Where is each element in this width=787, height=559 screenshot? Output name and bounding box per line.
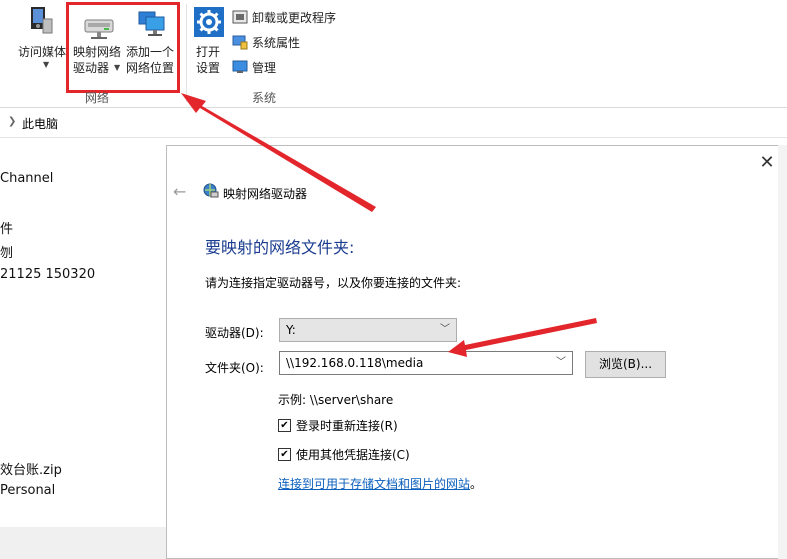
credentials-checkbox-row[interactable]: ✔ 使用其他凭据连接(C) <box>278 446 410 463</box>
folder-value: \\192.168.0.118\media <box>286 356 424 370</box>
programs-icon <box>232 9 248 28</box>
reconnect-checkbox-row[interactable]: ✔ 登录时重新连接(R) <box>278 417 398 434</box>
group-label-system: 系统 <box>252 91 277 105</box>
drive-value: Y: <box>286 323 296 337</box>
map-network-drive-dialog: ✕ ← 映射网络驱动器 要映射的网络文件夹: 请为连接指定驱动器号，以及你要连接… <box>166 145 787 559</box>
uninstall-button[interactable]: 卸载或更改程序 <box>232 8 336 28</box>
highlight-box <box>66 2 180 93</box>
chevron-down-icon[interactable]: ﹀ <box>440 319 450 341</box>
drive-label: 驱动器(D): <box>205 326 264 340</box>
website-link-row: 连接到可用于存储文档和图片的网站。 <box>278 475 482 492</box>
folder-input[interactable]: \\192.168.0.118\media ﹀ <box>279 351 573 375</box>
folder-label: 文件夹(O): <box>205 361 264 375</box>
browse-button[interactable]: 浏览(B)... <box>585 351 666 378</box>
drive-select[interactable]: Y: ﹀ <box>279 318 457 342</box>
list-item[interactable]: 刎 <box>0 242 13 261</box>
access-media-button[interactable]: 访问媒体 <box>18 44 66 60</box>
network-drive-icon <box>203 183 219 202</box>
manage-label: 管理 <box>252 61 277 75</box>
list-item[interactable]: 21125 150320 <box>0 267 95 282</box>
open-settings-label-2[interactable]: 设置 <box>196 60 220 76</box>
dialog-instruction: 请为连接指定驱动器号，以及你要连接的文件夹: <box>205 276 462 290</box>
access-media-dropdown-icon[interactable]: ▼ <box>43 60 49 69</box>
reconnect-checkbox[interactable]: ✔ <box>278 419 291 432</box>
group-label-network: 网络 <box>85 91 110 105</box>
uninstall-label: 卸载或更改程序 <box>252 11 337 25</box>
folder-example: 示例: \\server\share <box>278 393 394 407</box>
gear-icon <box>194 7 224 40</box>
system-properties-label: 系统属性 <box>252 36 301 50</box>
media-device-icon <box>28 5 54 40</box>
breadcrumb-chevron-icon[interactable]: ❯ <box>8 116 16 127</box>
close-icon[interactable]: ✕ <box>755 152 779 174</box>
system-properties-icon <box>232 34 248 53</box>
link-suffix: 。 <box>470 477 483 491</box>
chevron-down-icon[interactable]: ﹀ <box>556 352 566 374</box>
manage-icon <box>232 59 248 78</box>
system-properties-button[interactable]: 系统属性 <box>232 33 300 53</box>
list-item[interactable]: 件 <box>0 218 13 237</box>
breadcrumb[interactable]: 此电脑 <box>22 115 58 132</box>
dialog-heading: 要映射的网络文件夹: <box>205 238 355 257</box>
manage-button[interactable]: 管理 <box>232 58 276 78</box>
back-arrow-icon[interactable]: ← <box>173 182 186 201</box>
reconnect-label: 登录时重新连接(R) <box>296 419 398 433</box>
dialog-title: 映射网络驱动器 <box>223 187 308 201</box>
address-bar[interactable]: ❯ 此电脑 <box>0 108 787 138</box>
list-item[interactable]: Channel <box>0 171 53 186</box>
list-item[interactable]: 效台账.zip <box>0 459 62 478</box>
status-area <box>0 527 168 559</box>
credentials-checkbox[interactable]: ✔ <box>278 448 291 461</box>
background-window-edge <box>778 145 787 559</box>
group-separator <box>186 4 187 102</box>
open-settings-button[interactable]: 打开 <box>196 44 220 60</box>
ribbon: 访问媒体 ▼ 映射网络 驱动器 ▼ 添加一个 网络位置 网络 打开 设置 卸载或… <box>0 0 787 108</box>
website-link[interactable]: 连接到可用于存储文档和图片的网站 <box>278 477 470 491</box>
list-item[interactable]: Personal <box>0 483 55 498</box>
credentials-label: 使用其他凭据连接(C) <box>296 448 410 462</box>
